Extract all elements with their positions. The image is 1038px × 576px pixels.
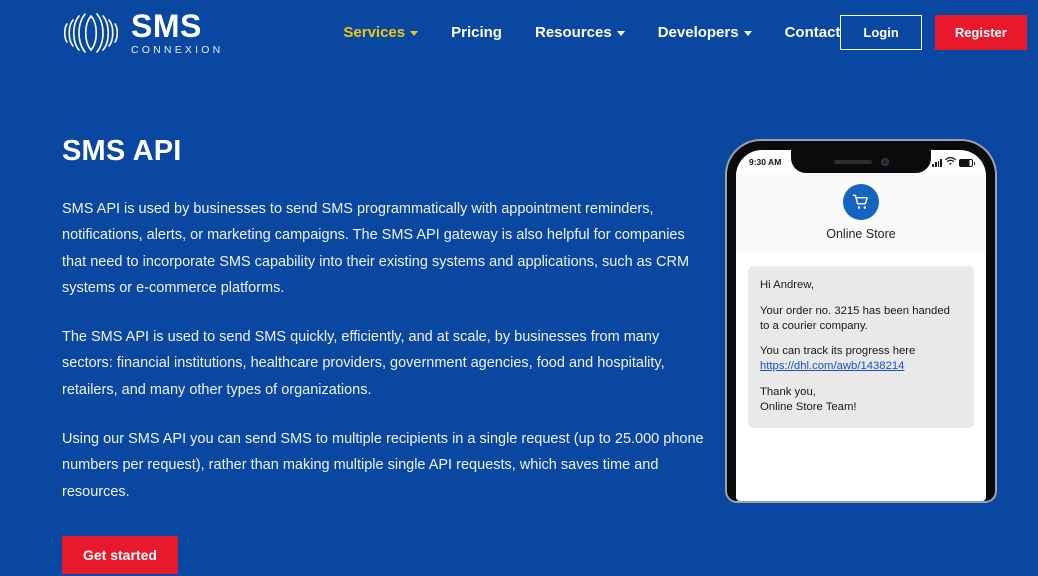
- sms-waves-icon: [60, 10, 122, 56]
- hero-paragraph-2: The SMS API is used to send SMS quickly,…: [62, 329, 665, 398]
- nav-item-resources[interactable]: Resources: [535, 24, 625, 41]
- logo-tagline: CONNEXION: [131, 43, 224, 56]
- header-actions: Login Register EN: [840, 15, 1038, 50]
- message-greeting: Hi Andrew,: [760, 279, 815, 291]
- store-name-label: Online Store: [826, 227, 896, 241]
- message-closing-line1: Thank you,: [760, 385, 816, 398]
- page-title: SMS API: [62, 135, 182, 167]
- message-body: Your order no. 3215 has been handed to a…: [760, 304, 950, 332]
- hero-text-column: SMS API SMS API is used by businesses to…: [62, 135, 710, 574]
- status-icon-group: [932, 156, 975, 167]
- nav-label-pricing: Pricing: [451, 24, 502, 41]
- hero-paragraph-3: Using our SMS API you can send SMS to mu…: [62, 431, 704, 500]
- nav-label-resources: Resources: [534, 24, 612, 41]
- site-header: SMS CONNEXION Services Pricing Resources…: [0, 0, 1038, 65]
- hero-paragraph-1: SMS API is used by businesses to send SM…: [62, 201, 690, 296]
- battery-icon: [959, 159, 975, 167]
- logo-title: SMS: [131, 7, 202, 44]
- wifi-icon: [945, 156, 956, 167]
- get-started-button[interactable]: Get started: [62, 535, 178, 574]
- phone-screen: 9:30 AM Online Store Hi Andrew, Your ord…: [736, 150, 986, 501]
- message-closing: Thank you, Online Store Team!: [760, 385, 962, 415]
- signal-icon: [932, 158, 942, 167]
- main-content: SMS API SMS API is used by businesses to…: [0, 135, 1038, 574]
- status-time: 9:30 AM: [749, 156, 782, 167]
- shopping-cart-icon: [843, 184, 879, 220]
- phone-mockup: 9:30 AM Online Store Hi Andrew, Your ord…: [727, 141, 995, 501]
- message-tracking: You can track its progress here https://…: [760, 344, 962, 374]
- phone-frame: 9:30 AM Online Store Hi Andrew, Your ord…: [727, 141, 995, 501]
- login-button[interactable]: Login: [840, 15, 922, 50]
- phone-mockup-column: 9:30 AM Online Store Hi Andrew, Your ord…: [710, 135, 1012, 574]
- phone-status-bar: 9:30 AM: [736, 150, 986, 173]
- chevron-down-icon: [410, 31, 419, 36]
- nav-item-developers[interactable]: Developers: [658, 24, 752, 41]
- main-navigation: Services Pricing Resources Developers Co…: [343, 24, 840, 41]
- nav-item-contact[interactable]: Contact: [785, 24, 841, 41]
- nav-item-pricing[interactable]: Pricing: [451, 24, 502, 41]
- message-area: Hi Andrew, Your order no. 3215 has been …: [736, 253, 986, 501]
- nav-label-services: Services: [343, 24, 406, 41]
- nav-item-services[interactable]: Services: [343, 24, 419, 41]
- nav-label-developers: Developers: [657, 24, 739, 41]
- chevron-down-icon: [616, 31, 625, 36]
- sms-message-bubble: Hi Andrew, Your order no. 3215 has been …: [748, 266, 974, 428]
- chevron-down-icon: [743, 31, 752, 36]
- register-button[interactable]: Register: [934, 15, 1027, 50]
- tracking-link[interactable]: https://dhl.com/awb/1438214: [760, 360, 904, 372]
- message-tracking-text: You can track its progress here: [760, 345, 916, 358]
- nav-label-contact: Contact: [784, 24, 841, 41]
- message-closing-line2: Online Store Team!: [760, 400, 857, 413]
- site-logo[interactable]: SMS CONNEXION: [60, 10, 223, 56]
- store-header: Online Store: [736, 173, 986, 253]
